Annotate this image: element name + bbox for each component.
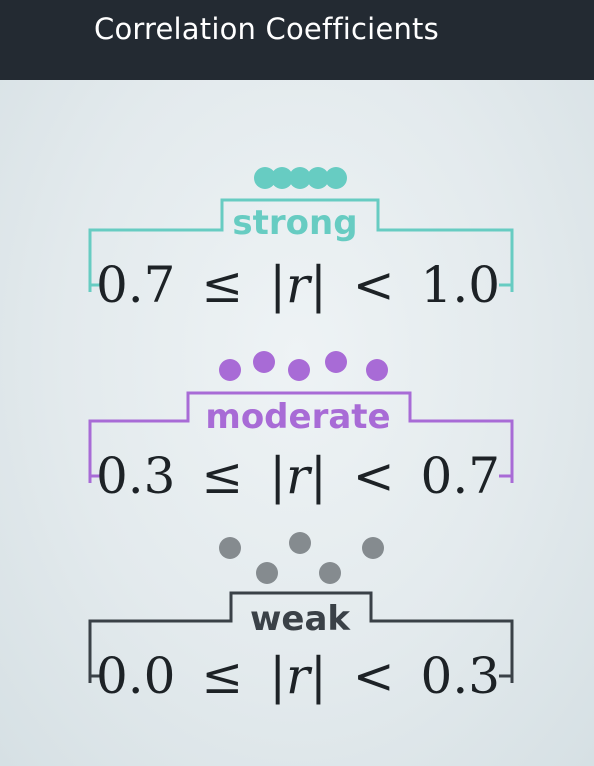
weak-dot bbox=[256, 562, 278, 584]
abs-r-symbol: |r| bbox=[269, 647, 327, 705]
weak-dot bbox=[219, 537, 241, 559]
strong-lower-bound: 0.7 bbox=[96, 256, 176, 314]
lt-symbol: < bbox=[353, 447, 395, 505]
weak-label: weak bbox=[250, 599, 351, 639]
moderate-dot bbox=[253, 351, 275, 373]
moderate-dot bbox=[288, 359, 310, 381]
lt-symbol: < bbox=[353, 256, 395, 314]
weak-lower-bound: 0.0 bbox=[96, 647, 176, 705]
strong-upper-bound: 1.0 bbox=[421, 256, 501, 314]
weak-upper-bound: 0.3 bbox=[421, 647, 501, 705]
moderate-upper-bound: 0.7 bbox=[421, 447, 501, 505]
weak-dots bbox=[219, 532, 384, 584]
weak-dot bbox=[319, 562, 341, 584]
moderate-dot bbox=[325, 351, 347, 373]
leq-symbol: ≤ bbox=[201, 447, 243, 505]
moderate-lower-bound: 0.3 bbox=[96, 447, 176, 505]
strong-group: strong 0.7 ≤ |r| < 1.0 bbox=[88, 167, 514, 314]
leq-symbol: ≤ bbox=[201, 647, 243, 705]
strong-dots bbox=[254, 167, 347, 189]
weak-group: weak 0.0 ≤ |r| < 0.3 bbox=[88, 532, 514, 705]
leq-symbol: ≤ bbox=[201, 256, 243, 314]
strong-formula: 0.7 ≤ |r| < 1.0 bbox=[96, 256, 500, 314]
moderate-label: moderate bbox=[205, 397, 390, 437]
strong-dot bbox=[325, 167, 347, 189]
abs-r-symbol: |r| bbox=[269, 256, 327, 314]
moderate-formula: 0.3 ≤ |r| < 0.7 bbox=[96, 447, 500, 505]
moderate-dot bbox=[219, 359, 241, 381]
weak-dot bbox=[362, 537, 384, 559]
lt-symbol: < bbox=[353, 647, 395, 705]
moderate-dot bbox=[366, 359, 388, 381]
moderate-group: moderate 0.3 ≤ |r| < 0.7 bbox=[88, 351, 514, 505]
strong-label: strong bbox=[232, 203, 357, 243]
weak-dot bbox=[289, 532, 311, 554]
moderate-dots bbox=[219, 351, 388, 381]
weak-formula: 0.0 ≤ |r| < 0.3 bbox=[96, 647, 500, 705]
abs-r-symbol: |r| bbox=[269, 447, 327, 505]
correlation-diagram: strong 0.7 ≤ |r| < 1.0 moderate 0.3 ≤ |r… bbox=[88, 167, 514, 705]
